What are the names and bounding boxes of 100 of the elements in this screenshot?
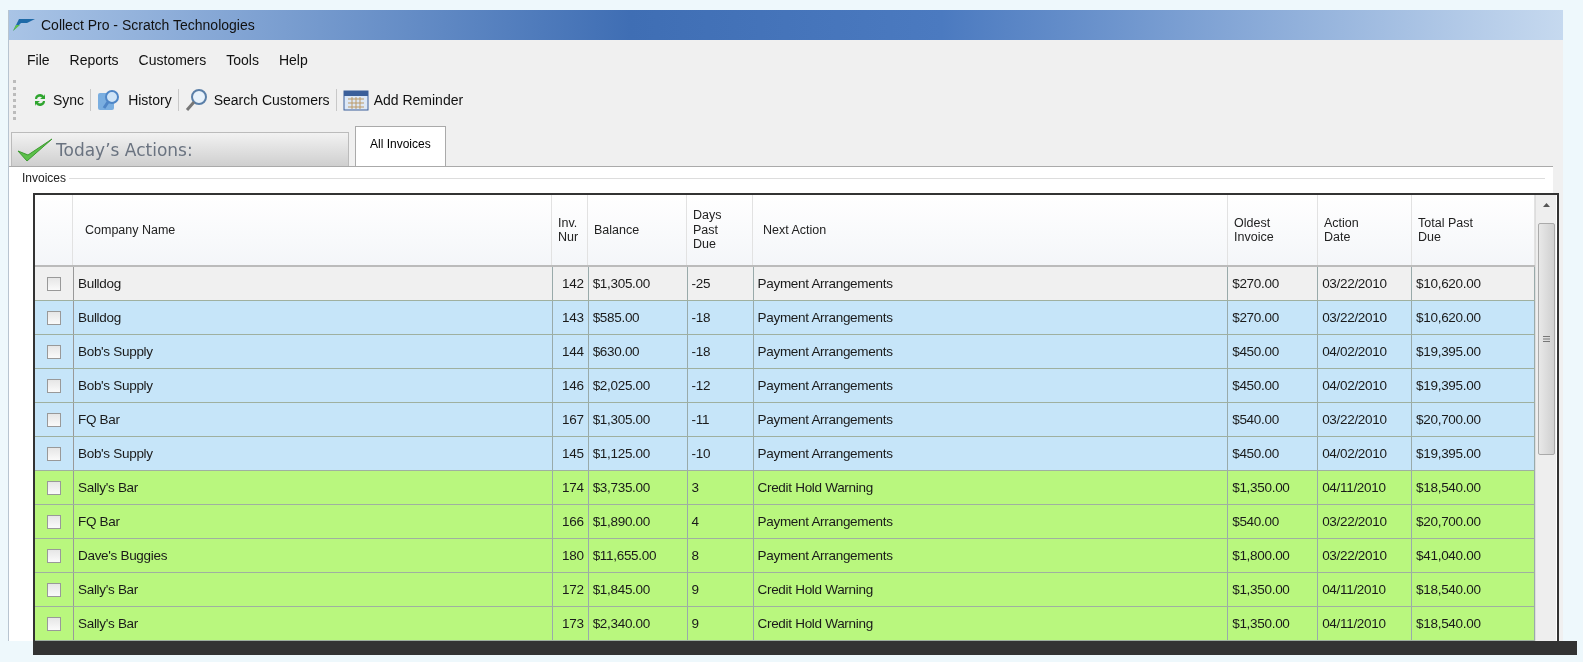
- table-cell: -18: [687, 335, 754, 368]
- table-cell: Payment Arrangements: [753, 267, 1229, 300]
- column-header[interactable]: Days Past Due: [687, 195, 753, 265]
- table-cell: -10: [687, 437, 754, 470]
- toolbar-button[interactable]: Sync: [26, 92, 91, 108]
- table-cell: Sally's Bar: [73, 573, 553, 606]
- table-cell: $450.00: [1228, 437, 1319, 470]
- menu-item[interactable]: Tools: [218, 52, 271, 68]
- table-cell: 146: [552, 369, 589, 402]
- menu-item[interactable]: Help: [270, 52, 320, 68]
- table-cell: Payment Arrangements: [753, 437, 1229, 470]
- table-cell: Payment Arrangements: [753, 369, 1229, 402]
- table-cell: Bulldog: [73, 301, 553, 334]
- tab[interactable]: All Invoices: [355, 126, 446, 166]
- table-cell: 142: [552, 267, 589, 300]
- menu-item[interactable]: File: [19, 52, 62, 68]
- table-cell: -12: [687, 369, 754, 402]
- table-cell: Sally's Bar: [73, 471, 553, 504]
- table-cell: Payment Arrangements: [753, 539, 1229, 572]
- table-cell: Sally's Bar: [73, 607, 553, 640]
- table-cell: $10,620.00: [1412, 267, 1535, 300]
- table-cell: $2,025.00: [588, 369, 688, 402]
- column-header[interactable]: Balance: [588, 195, 687, 265]
- table-row[interactable]: FQ Bar 167 $1,305.00 -11 Payment Arrangements $540.00 03/22/2010 $20,700.00: [35, 403, 1535, 437]
- table-row[interactable]: Sally's Bar 173 $2,340.00 9 Credit Hold Warning $1,350.00 04/11/2010 $18,540.00: [35, 607, 1535, 641]
- table-cell: $10,620.00: [1412, 301, 1535, 334]
- table-cell: 143: [552, 301, 589, 334]
- table-cell: $1,845.00: [588, 573, 688, 606]
- table-cell: 172: [552, 573, 589, 606]
- table-cell: Bob's Supply: [73, 369, 553, 402]
- table-cell: 9: [687, 607, 754, 640]
- table-cell: $540.00: [1228, 403, 1319, 436]
- table-row[interactable]: Bob's Supply 145 $1,125.00 -10 Payment Arrangements $450.00 04/02/2010 $19,395.00: [35, 437, 1535, 471]
- actions-tab[interactable]: Today’s Actions:: [11, 132, 349, 166]
- column-header[interactable]: Action Date: [1318, 195, 1412, 265]
- table-cell: $2,340.00: [588, 607, 688, 640]
- table-cell: $450.00: [1228, 335, 1319, 368]
- table-cell: $1,350.00: [1228, 471, 1319, 504]
- table-cell: 03/22/2010: [1318, 539, 1413, 572]
- table-cell: $1,305.00: [588, 267, 688, 300]
- table-cell: Payment Arrangements: [753, 403, 1229, 436]
- toolbar-button[interactable]: History: [91, 88, 178, 112]
- toolbar-button[interactable]: Add Reminder: [336, 89, 470, 111]
- table-cell: 03/22/2010: [1318, 301, 1413, 334]
- column-header[interactable]: Oldest Invoice: [1228, 195, 1318, 265]
- table-row[interactable]: Sally's Bar 172 $1,845.00 9 Credit Hold Warning $1,350.00 04/11/2010 $18,540.00: [35, 573, 1535, 607]
- table-cell: $540.00: [1228, 505, 1319, 538]
- table-row[interactable]: FQ Bar 166 $1,890.00 4 Payment Arrangements $540.00 03/22/2010 $20,700.00: [35, 505, 1535, 539]
- table-cell: $41,040.00: [1412, 539, 1535, 572]
- table-cell: $450.00: [1228, 369, 1319, 402]
- table-row[interactable]: Dave's Buggies 180 $11,655.00 8 Payment Arrangements $1,800.00 03/22/2010 $41,040.00: [35, 539, 1535, 573]
- table-cell: 04/02/2010: [1318, 369, 1413, 402]
- table-cell: $20,700.00: [1412, 403, 1535, 436]
- table-row[interactable]: Bob's Supply 144 $630.00 -18 Payment Arrangements $450.00 04/02/2010 $19,395.00: [35, 335, 1535, 369]
- menu-item[interactable]: Customers: [130, 52, 219, 68]
- table-cell: 03/22/2010: [1318, 403, 1413, 436]
- table-cell: Payment Arrangements: [753, 335, 1229, 368]
- column-header[interactable]: Next Action: [753, 195, 1228, 265]
- table-row[interactable]: Bulldog 143 $585.00 -18 Payment Arrangements $270.00 03/22/2010 $10,620.00: [35, 301, 1535, 335]
- table-row[interactable]: Bob's Supply 146 $2,025.00 -12 Payment Arrangements $450.00 04/02/2010 $19,395.00: [35, 369, 1535, 403]
- column-header[interactable]: Inv. Nur: [552, 195, 588, 265]
- table-cell: $1,350.00: [1228, 607, 1319, 640]
- table-cell: 9: [687, 573, 754, 606]
- table-cell: 166: [552, 505, 589, 538]
- table-cell: $19,395.00: [1412, 369, 1535, 402]
- table-cell: $19,395.00: [1412, 335, 1535, 368]
- table-row[interactable]: Sally's Bar 174 $3,735.00 3 Credit Hold Warning $1,350.00 04/11/2010 $18,540.00: [35, 471, 1535, 505]
- table-cell: 8: [687, 539, 754, 572]
- table-cell: 04/11/2010: [1318, 573, 1413, 606]
- table-cell: FQ Bar: [73, 403, 553, 436]
- group-title: Invoices: [21, 171, 68, 185]
- table-cell: 145: [552, 437, 589, 470]
- table-cell: Bulldog: [73, 267, 553, 300]
- table-cell: $19,395.00: [1412, 437, 1535, 470]
- table-cell: 173: [552, 607, 589, 640]
- table-cell: $1,350.00: [1228, 573, 1319, 606]
- table-cell: Credit Hold Warning: [753, 471, 1229, 504]
- table-cell: -11: [687, 403, 754, 436]
- table-cell: 180: [552, 539, 589, 572]
- table-cell: 3: [687, 471, 754, 504]
- table-cell: $20,700.00: [1412, 505, 1535, 538]
- table-cell: 04/02/2010: [1318, 335, 1413, 368]
- table-cell: -18: [687, 301, 754, 334]
- table-cell: 04/02/2010: [1318, 437, 1413, 470]
- table-row[interactable]: Bulldog 142 $1,305.00 -25 Payment Arrangements $270.00 03/22/2010 $10,620.00: [35, 267, 1535, 301]
- table-cell: Bob's Supply: [73, 437, 553, 470]
- table-cell: 04/11/2010: [1318, 607, 1413, 640]
- table-cell: $18,540.00: [1412, 471, 1535, 504]
- table-cell: Credit Hold Warning: [753, 607, 1229, 640]
- table-cell: 03/22/2010: [1318, 505, 1413, 538]
- menu-item[interactable]: Reports: [61, 52, 131, 68]
- table-cell: $18,540.00: [1412, 573, 1535, 606]
- table-cell: $1,125.00: [588, 437, 688, 470]
- column-header[interactable]: Company Name: [73, 195, 552, 265]
- table-cell: 04/11/2010: [1318, 471, 1413, 504]
- table-cell: $1,890.00: [588, 505, 688, 538]
- toolbar-button[interactable]: Search Customers: [178, 88, 336, 112]
- table-cell: $11,655.00: [588, 539, 688, 572]
- table-cell: 174: [552, 471, 589, 504]
- table-cell: -25: [687, 267, 754, 300]
